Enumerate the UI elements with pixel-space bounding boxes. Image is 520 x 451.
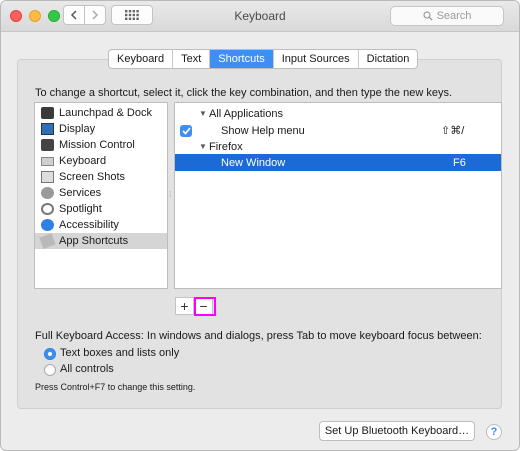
tab-input-sources[interactable]: Input Sources (274, 50, 359, 68)
category-launchpad-dock[interactable]: Launchpad & Dock (35, 105, 167, 121)
group-firefox[interactable]: ▼ Firefox (175, 138, 501, 155)
search-icon (422, 11, 433, 21)
checkmark-icon (181, 126, 191, 135)
radio-all-controls[interactable] (44, 364, 56, 376)
shortcut-categories-list[interactable]: Launchpad & Dock Display Mission Control… (34, 102, 168, 289)
shortcut-enabled-checkbox[interactable] (180, 124, 192, 137)
tab-text[interactable]: Text (173, 50, 211, 68)
help-button[interactable]: ? (486, 424, 502, 440)
category-accessibility[interactable]: Accessibility (35, 217, 167, 233)
remove-button-highlight (194, 297, 216, 316)
category-mission-control[interactable]: Mission Control (35, 137, 167, 153)
category-label: Accessibility (59, 219, 119, 231)
category-display[interactable]: Display (35, 121, 167, 137)
category-label: Keyboard (59, 155, 107, 167)
radio-text-boxes-lists-label[interactable]: Text boxes and lists only (60, 347, 179, 359)
category-keyboard[interactable]: Keyboard (35, 153, 167, 169)
category-label: Display (59, 123, 96, 135)
search-field[interactable]: Search (390, 6, 504, 26)
spotlight-icon (41, 203, 54, 215)
tab-shortcuts[interactable]: Shortcuts (210, 50, 274, 68)
category-services[interactable]: Services (35, 185, 167, 201)
instructions-text: To change a shortcut, select it, click t… (35, 87, 453, 99)
radio-all-controls-label[interactable]: All controls (60, 363, 114, 375)
title-bar: Keyboard Search (1, 1, 519, 32)
disclosure-triangle-icon[interactable]: ▼ (199, 142, 207, 151)
keyboard-icon (41, 156, 54, 166)
group-label: All Applications (209, 107, 283, 120)
category-label: Launchpad & Dock (59, 107, 152, 119)
keyboard-access-hint: Press Control+F7 to change this setting. (35, 382, 196, 392)
search-placeholder: Search (436, 10, 472, 22)
radio-text-boxes-lists[interactable] (44, 348, 56, 360)
keyboard-preferences-window: Keyboard Search Keyboard Text Shortcuts … (0, 0, 520, 451)
category-label: Services (59, 187, 102, 199)
mission-control-icon (41, 139, 54, 151)
shortcut-row-new-window[interactable]: New Window F6 (175, 154, 501, 171)
add-shortcut-button[interactable]: + (175, 297, 194, 315)
tab-bar: Keyboard Text Shortcuts Input Sources Di… (108, 49, 419, 69)
splitter-grip-icon: ⁞ (169, 190, 172, 199)
category-label: Mission Control (59, 139, 135, 151)
set-up-bluetooth-keyboard-button[interactable]: Set Up Bluetooth Keyboard… (319, 421, 475, 441)
category-label: App Shortcuts (59, 235, 129, 247)
shortcut-label: Show Help menu (221, 124, 305, 137)
category-label: Spotlight (59, 203, 102, 215)
launchpad-icon (41, 107, 54, 119)
app-shortcuts-icon (39, 233, 56, 249)
shortcuts-list[interactable]: ▼ All Applications Show Help menu ⇧⌘/ ▼ … (174, 102, 502, 289)
shortcut-keys[interactable]: ⇧⌘/ (441, 124, 464, 137)
shortcut-keys[interactable]: F6 (453, 157, 466, 169)
tab-keyboard[interactable]: Keyboard (109, 50, 174, 68)
full-keyboard-access-label: Full Keyboard Access: In windows and dia… (35, 330, 482, 342)
shortcut-row-show-help-menu[interactable]: Show Help menu ⇧⌘/ (175, 122, 501, 139)
screenshot-icon (41, 171, 54, 183)
category-app-shortcuts[interactable]: App Shortcuts (35, 233, 167, 249)
accessibility-icon (41, 219, 54, 231)
category-screen-shots[interactable]: Screen Shots (35, 169, 167, 185)
group-label: Firefox (209, 140, 243, 153)
tab-dictation[interactable]: Dictation (359, 50, 418, 68)
display-icon (41, 123, 54, 135)
category-spotlight[interactable]: Spotlight (35, 201, 167, 217)
disclosure-triangle-icon[interactable]: ▼ (199, 109, 207, 118)
group-all-applications[interactable]: ▼ All Applications (175, 105, 501, 122)
shortcut-label: New Window (221, 156, 286, 169)
category-label: Screen Shots (59, 171, 126, 183)
gear-icon (41, 187, 54, 199)
